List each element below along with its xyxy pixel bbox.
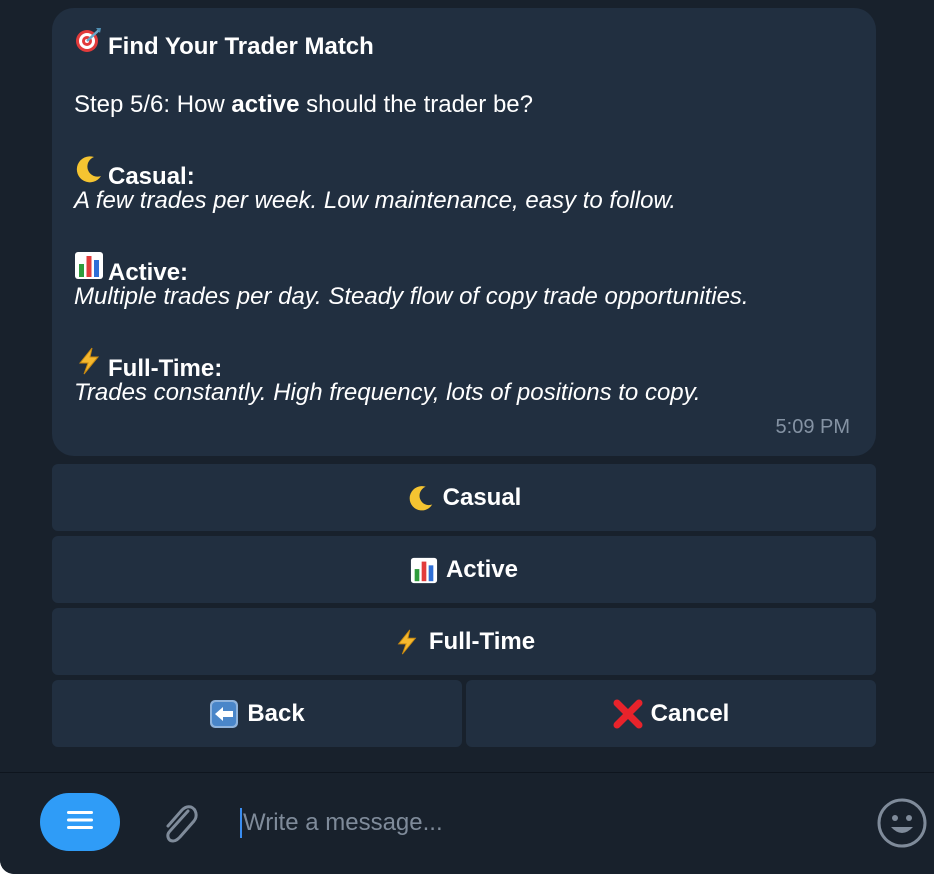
back-arrow-icon	[209, 699, 239, 729]
option-fulltime-description: Trades constantly. High frequency, lots …	[74, 379, 701, 406]
message-composer: Write a message...	[0, 773, 934, 874]
bar-chart-icon	[410, 555, 438, 584]
paperclip-icon[interactable]	[156, 797, 204, 849]
message-input[interactable]: Write a message...	[240, 803, 840, 843]
chat-window: Find Your Trader Match Step 5/6: How act…	[0, 0, 934, 874]
message-input-placeholder: Write a message...	[243, 809, 443, 836]
active-button-label: Active	[445, 555, 519, 583]
casual-button[interactable]: Casual	[52, 464, 876, 531]
smiley-icon[interactable]	[876, 797, 928, 849]
casual-button-label: Casual	[442, 483, 522, 511]
option-active-description: Multiple trades per day. Steady flow of …	[74, 283, 749, 310]
menu-icon	[65, 808, 95, 837]
back-button-label: Back	[247, 699, 305, 727]
bot-menu-button[interactable]	[40, 793, 120, 851]
message-timestamp: 5:09 PM	[775, 416, 850, 438]
active-button[interactable]: Active	[52, 536, 876, 603]
lightning-icon	[393, 627, 421, 656]
dart-target-icon	[74, 26, 108, 62]
step-question: Step 5/6: How active should the trader b…	[74, 91, 533, 118]
red-cross-icon	[613, 699, 643, 729]
cancel-button-label: Cancel	[650, 699, 730, 727]
message-title-text: Find Your Trader Match	[108, 33, 374, 60]
step-bold-word: active	[231, 91, 300, 118]
crescent-moon-icon	[407, 483, 435, 512]
fulltime-button-label: Full-Time	[428, 627, 536, 655]
option-casual-description: A few trades per week. Low maintenance, …	[74, 187, 677, 214]
fulltime-button[interactable]: Full-Time	[52, 608, 876, 675]
cancel-button[interactable]: Cancel	[466, 680, 876, 747]
back-button[interactable]: Back	[52, 680, 462, 747]
message-title: Find Your Trader Match	[74, 26, 374, 62]
text-caret	[240, 808, 242, 838]
bot-message-bubble: Find Your Trader Match Step 5/6: How act…	[52, 8, 876, 456]
